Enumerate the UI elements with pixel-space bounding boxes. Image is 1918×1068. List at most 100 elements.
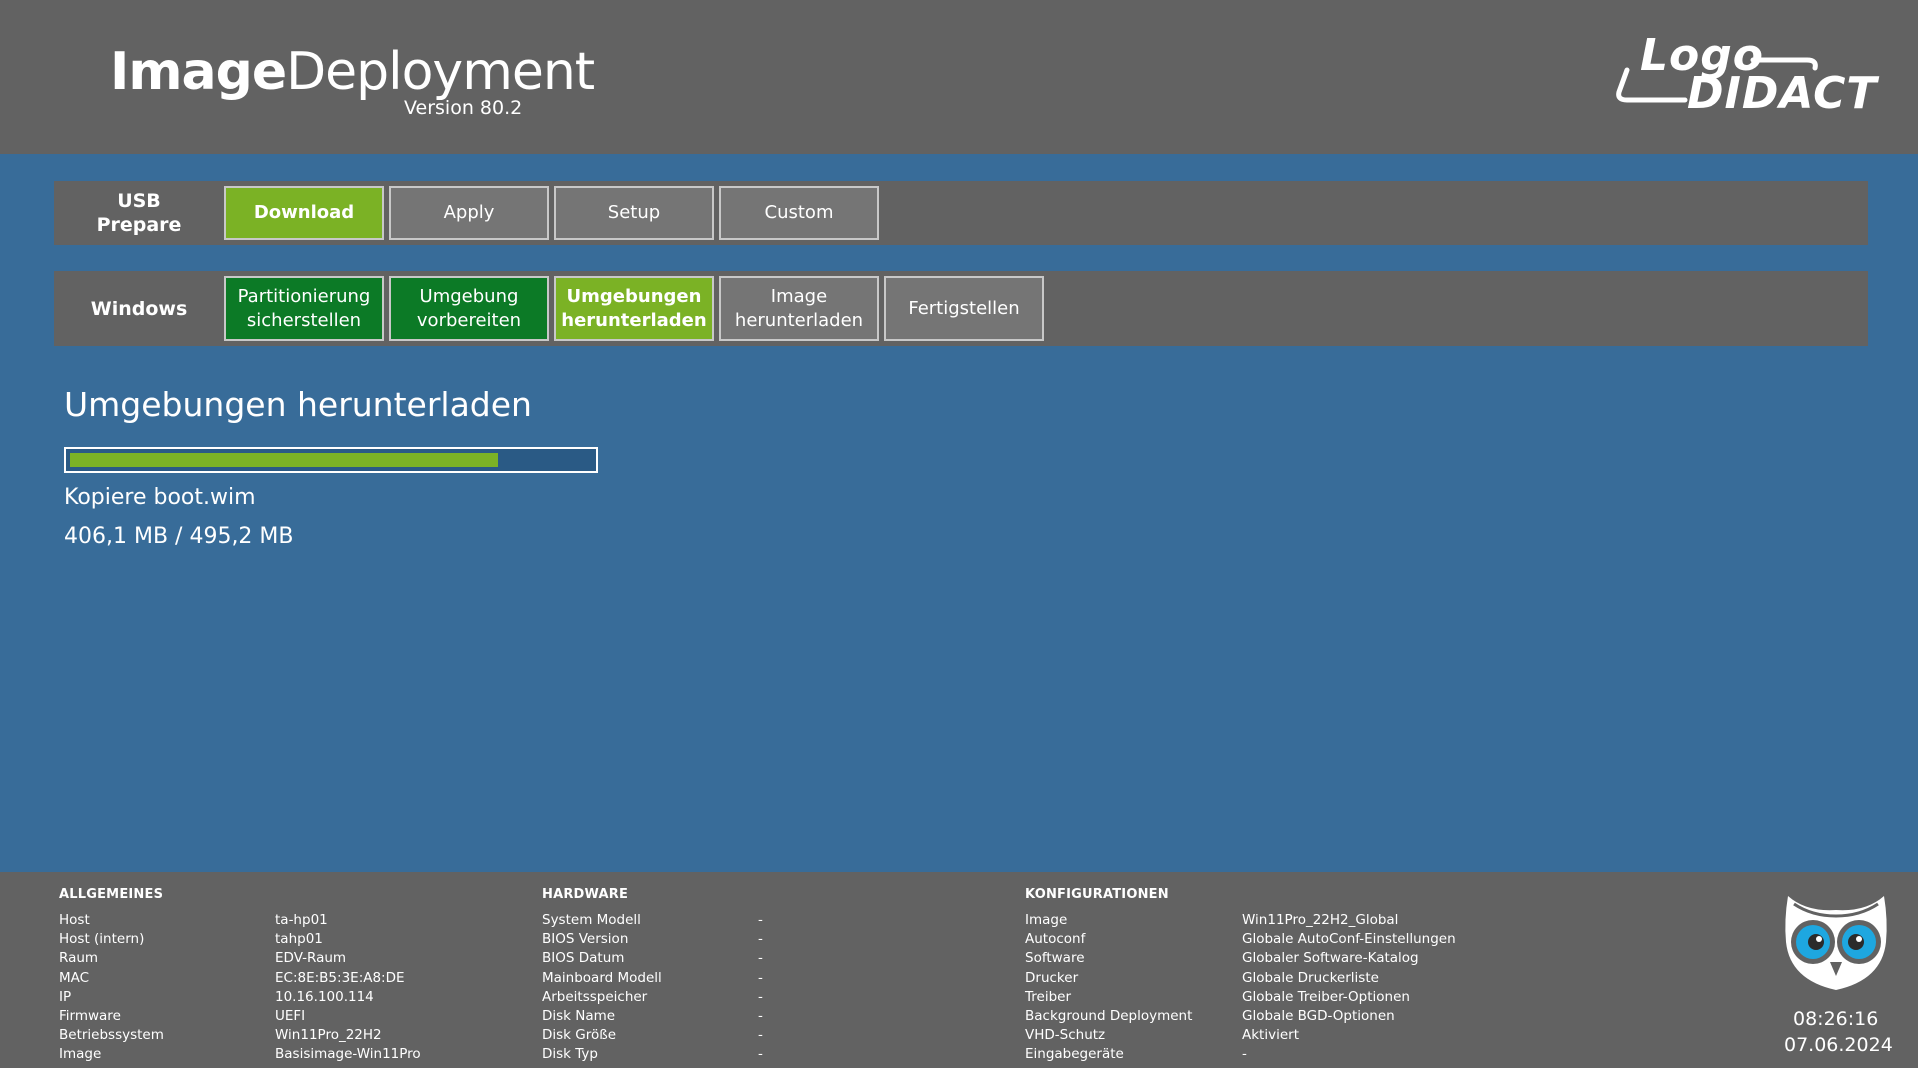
info-key: Host (intern) xyxy=(59,931,145,948)
step-partitionierung-button[interactable]: Partitionierung sicherstellen xyxy=(224,276,384,341)
info-column-hardware: HARDWARE System Modell - BIOS Version - BIOS… xyxy=(542,887,982,1066)
step-umgebungen-herunterladen-button[interactable]: Umgebungen herunterladen xyxy=(554,276,714,341)
info-key: IP xyxy=(59,988,72,1005)
info-row: Betriebssystem Win11Pro_22H2 xyxy=(59,1027,499,1046)
info-value: - xyxy=(758,912,763,928)
info-key: MAC xyxy=(59,969,90,986)
info-value: Globale Treiber-Optionen xyxy=(1242,988,1410,1005)
info-row: MAC EC:8E:B5:3E:A8:DE xyxy=(59,970,499,989)
info-row: Firmware UEFI xyxy=(59,1008,499,1027)
info-value: - xyxy=(758,988,763,1005)
info-value: UEFI xyxy=(275,1007,306,1024)
info-row: Host (intern) tahp01 xyxy=(59,931,499,950)
info-heading: KONFIGURATIONEN xyxy=(1025,887,1169,902)
info-key: Arbeitsspeicher xyxy=(542,988,648,1005)
info-row: Disk Typ - xyxy=(542,1046,982,1065)
info-footer: ALLGEMEINES Host ta-hp01 Host (intern) tahp… xyxy=(0,872,1918,1068)
info-key: Raum xyxy=(59,950,99,967)
step-image-herunterladen-button[interactable]: Image herunterladen xyxy=(719,276,879,341)
info-row: Drucker Globale Druckerliste xyxy=(1025,970,1625,989)
apply-button-label: Apply xyxy=(443,202,495,223)
clock-date: 07.06.2024 xyxy=(1784,1034,1893,1056)
info-row: Autoconf Globale AutoConf-Einstellungen xyxy=(1025,931,1625,950)
info-key: Image xyxy=(59,1046,102,1063)
step-label-line1: Umgebung xyxy=(419,285,519,307)
info-key: Software xyxy=(1025,950,1085,967)
info-heading: HARDWARE xyxy=(542,887,629,902)
info-value: - xyxy=(758,1046,763,1063)
step-label-line2: vorbereiten xyxy=(416,309,522,331)
info-row: Background Deployment Globale BGD-Optione… xyxy=(1025,1008,1625,1027)
info-column-allgemeines: ALLGEMEINES Host ta-hp01 Host (intern) tahp… xyxy=(59,887,499,1066)
info-value: - xyxy=(1242,1046,1247,1063)
info-value: 10.16.100.114 xyxy=(275,988,374,1005)
info-row: IP 10.16.100.114 xyxy=(59,989,499,1008)
info-key: Betriebssystem xyxy=(59,1027,164,1044)
app-title-light: Deployment xyxy=(286,42,595,102)
custom-button-label: Custom xyxy=(764,202,834,223)
info-value: tahp01 xyxy=(275,931,323,948)
step-label-line1: Umgebungen xyxy=(566,285,702,307)
windows-nav: Windows Partitionierung sicherstellen Umg… xyxy=(54,271,1868,346)
info-key: Autoconf xyxy=(1025,931,1086,948)
info-row: Eingabegeräte - xyxy=(1025,1046,1625,1065)
app-header: ImageDeployment Version 80.2 Logo DIDACT xyxy=(0,0,1918,154)
info-column-konfigurationen: KONFIGURATIONEN Image Win11Pro_22H2_Globa… xyxy=(1025,887,1625,1066)
step-label-line1: Partitionierung xyxy=(237,285,371,307)
app-title: ImageDeployment xyxy=(110,42,595,102)
info-row: BIOS Datum - xyxy=(542,950,982,969)
info-heading: ALLGEMEINES xyxy=(59,887,164,902)
info-key: BIOS Version xyxy=(542,931,629,948)
info-key: Disk Größe xyxy=(542,1027,617,1044)
info-value: Win11Pro_22H2 xyxy=(275,1027,382,1044)
info-row: BIOS Version - xyxy=(542,931,982,950)
info-row: Arbeitsspeicher - xyxy=(542,989,982,1008)
info-value: - xyxy=(758,931,763,948)
info-value: Aktiviert xyxy=(1242,1027,1299,1044)
info-value: - xyxy=(758,1027,763,1044)
download-button[interactable]: Download xyxy=(224,186,384,240)
step-label-line1: Image xyxy=(770,285,828,307)
info-key: Disk Typ xyxy=(542,1046,598,1063)
windows-label: Windows xyxy=(90,297,188,320)
usb-prepare-nav: USB Prepare Download Apply Setup Custom xyxy=(54,181,1868,245)
info-key: System Modell xyxy=(542,912,641,928)
logodidact-logo: Logo DIDACT xyxy=(1605,30,1880,120)
info-row: Raum EDV-Raum xyxy=(59,950,499,969)
custom-button[interactable]: Custom xyxy=(719,186,879,240)
info-row: Treiber Globale Treiber-Optionen xyxy=(1025,989,1625,1008)
info-row: Host ta-hp01 xyxy=(59,912,499,931)
setup-button[interactable]: Setup xyxy=(554,186,714,240)
info-value: - xyxy=(758,950,763,967)
apply-button[interactable]: Apply xyxy=(389,186,549,240)
info-key: Background Deployment xyxy=(1025,1007,1193,1024)
download-button-label: Download xyxy=(253,202,355,223)
info-value: Globale BGD-Optionen xyxy=(1242,1007,1395,1024)
info-row: Software Globaler Software-Katalog xyxy=(1025,950,1625,969)
info-row: VHD-Schutz Aktiviert xyxy=(1025,1027,1625,1046)
step-fertigstellen-button[interactable]: Fertigstellen xyxy=(884,276,1044,341)
info-row: Image Win11Pro_22H2_Global xyxy=(1025,912,1625,931)
info-value: Globale Druckerliste xyxy=(1242,969,1379,986)
usb-label-line2: Prepare xyxy=(96,214,182,236)
info-key: Host xyxy=(59,912,90,928)
info-value: EC:8E:B5:3E:A8:DE xyxy=(275,969,405,986)
step-label-line1: Fertigstellen xyxy=(908,297,1020,319)
app-version: Version 80.2 xyxy=(404,97,523,119)
info-value: ta-hp01 xyxy=(275,912,328,928)
status-file: Kopiere boot.wim xyxy=(64,485,256,510)
info-key: Treiber xyxy=(1025,988,1071,1005)
info-key: VHD-Schutz xyxy=(1025,1027,1106,1044)
info-key: Firmware xyxy=(59,1007,121,1024)
info-value: Globaler Software-Katalog xyxy=(1242,950,1419,967)
info-row: Mainboard Modell - xyxy=(542,970,982,989)
info-row: Image Basisimage-Win11Pro xyxy=(59,1046,499,1065)
info-value: - xyxy=(758,1007,763,1024)
app-title-bold: Image xyxy=(110,42,287,102)
owl-mascot-icon xyxy=(1785,896,1887,990)
info-value: Basisimage-Win11Pro xyxy=(275,1046,421,1063)
step-label-line2: sicherstellen xyxy=(246,309,362,331)
info-value: EDV-Raum xyxy=(275,950,347,967)
logo-text-didact: DIDACT xyxy=(1687,68,1878,119)
step-umgebung-vorbereiten-button[interactable]: Umgebung vorbereiten xyxy=(389,276,549,341)
